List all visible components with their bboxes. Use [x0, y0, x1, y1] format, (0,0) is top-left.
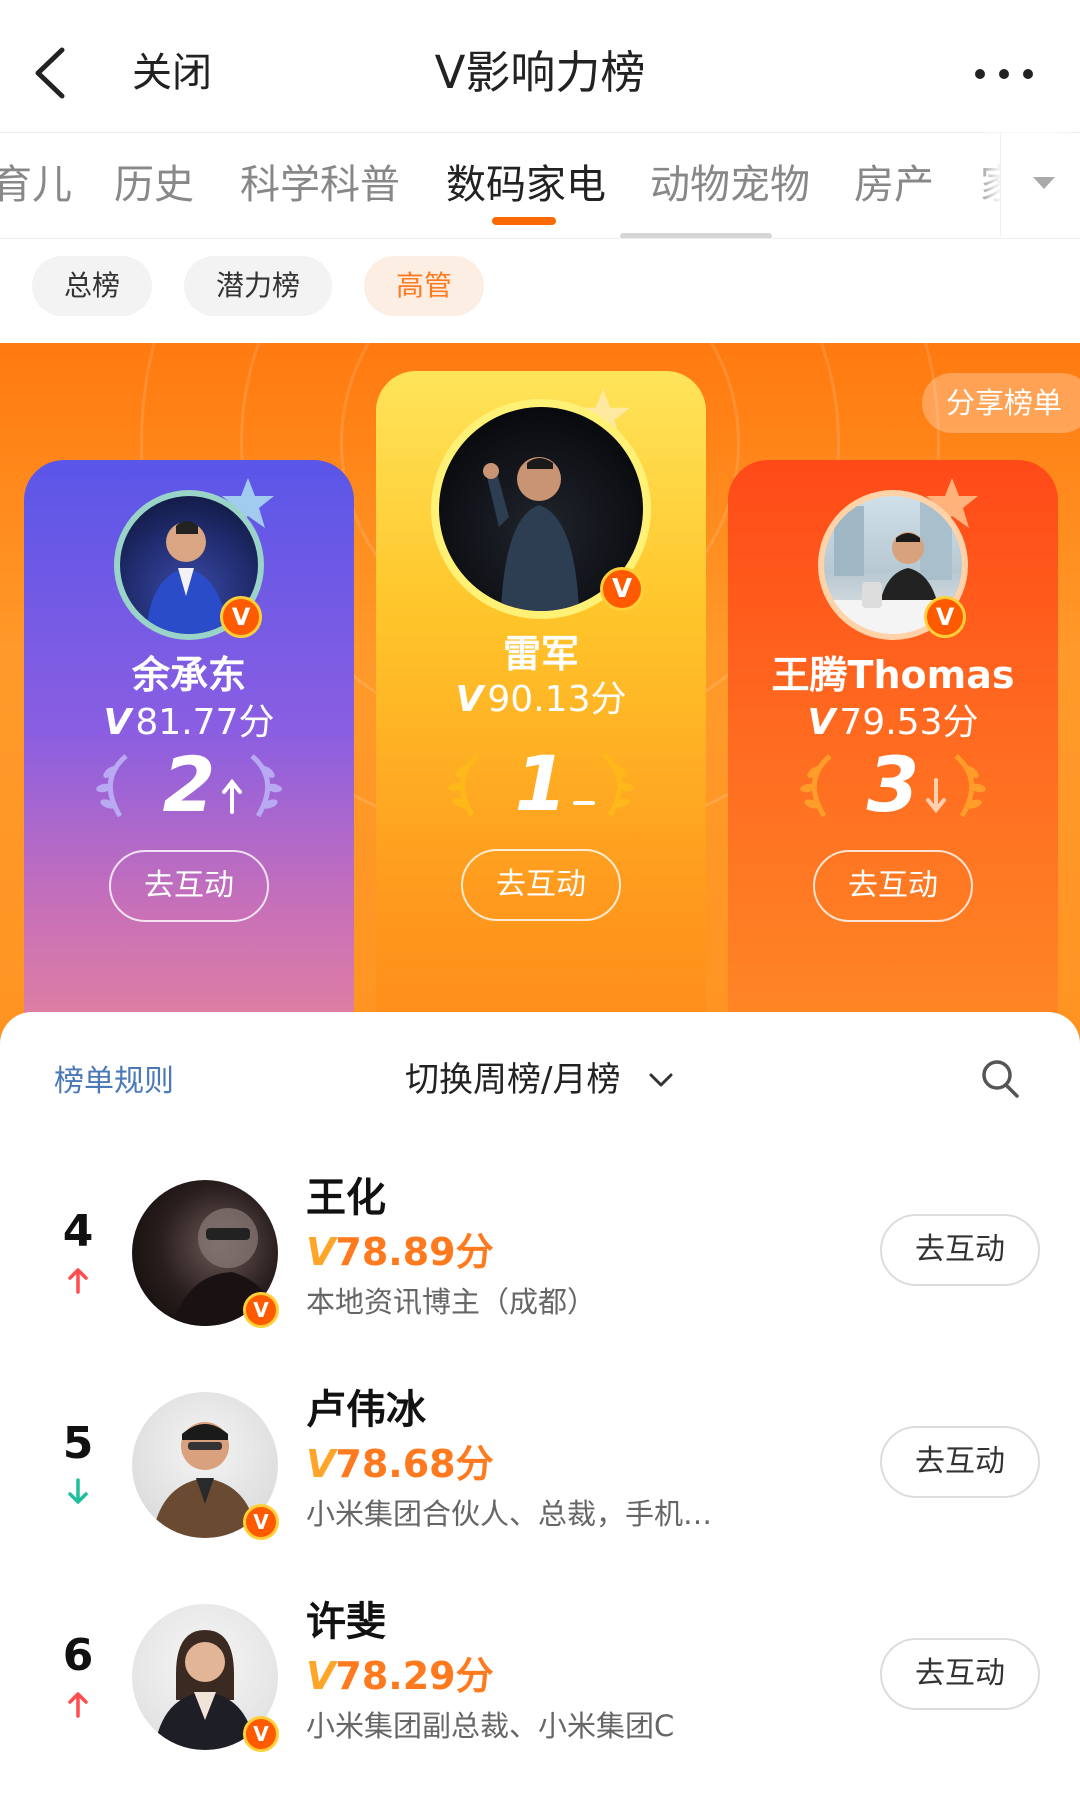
interact-button[interactable]: 去互动	[880, 1638, 1040, 1710]
rank-number: 2	[162, 740, 216, 829]
top-card-rank-1: V 雷军 V 90.13分 1 去互动	[376, 371, 706, 1043]
subtab-executives[interactable]: 高管	[364, 256, 484, 316]
interact-button[interactable]: 去互动	[880, 1426, 1040, 1498]
category-tab-bar: 育儿 历史 科学科普 数码家电 动物宠物 房产 家	[0, 132, 1080, 239]
trend-unchanged-icon	[573, 801, 595, 805]
v-score-icon: V	[455, 679, 484, 720]
more-options-icon[interactable]	[972, 58, 1036, 90]
score-value: 78.68分	[335, 1442, 494, 1486]
score-value: 90.13分	[487, 679, 627, 720]
user-score: V78.29分	[306, 1652, 494, 1700]
rank-display: 2	[24, 740, 354, 830]
score-value: 81.77分	[135, 702, 275, 743]
chevron-down-icon[interactable]	[648, 1072, 674, 1088]
ranking-list-panel: 榜单规则 切换周榜/月榜 4 V 王化 V78.89分 本地资讯博主（成都） 去…	[0, 1012, 1080, 1797]
close-button[interactable]: 关闭	[132, 44, 212, 102]
laurel-right-icon	[250, 754, 282, 818]
interact-button[interactable]: 去互动	[461, 849, 621, 921]
user-name[interactable]: 许斐	[306, 1596, 386, 1648]
list-item[interactable]: 4 V 王化 V78.89分 本地资讯博主（成都） 去互动	[0, 1166, 1080, 1356]
divider	[0, 238, 1080, 239]
rank-number: 3	[866, 740, 920, 829]
v-score-icon: V	[807, 702, 836, 743]
leaderboard-page: 关闭 V影响力榜 育儿 历史 科学科普 数码家电 动物宠物 房产 家 总榜 潜力…	[0, 0, 1080, 1797]
rank-display: 3	[728, 740, 1058, 830]
trend-up-icon	[222, 778, 242, 814]
expand-tabs-icon[interactable]	[1030, 173, 1058, 193]
tab-science[interactable]: 科学科普	[240, 157, 400, 213]
rank-number: 5	[62, 1418, 94, 1469]
search-icon[interactable]	[980, 1058, 1020, 1100]
interact-button[interactable]: 去互动	[880, 1214, 1040, 1286]
subtab-overall[interactable]: 总榜	[32, 256, 152, 316]
top-card-rank-3: V 王腾Thomas V 79.53分 3 去互动	[728, 460, 1058, 1043]
score-value: 79.53分	[839, 702, 979, 743]
trend-down-icon	[926, 778, 946, 814]
top-name: 余承东	[131, 653, 246, 697]
trend-up-icon	[68, 1692, 88, 1718]
user-score: V78.68分	[306, 1440, 494, 1488]
back-arrow-icon[interactable]	[26, 44, 78, 102]
tab-pets[interactable]: 动物宠物	[650, 157, 810, 213]
score-value: 78.89分	[335, 1230, 494, 1274]
rank-number: 4	[62, 1206, 94, 1257]
top-card-rank-2: V 余承东 V 81.77分 2 去互动	[24, 460, 354, 1043]
verified-badge-icon: V	[243, 1292, 279, 1328]
laurel-right-icon	[602, 753, 634, 817]
top-navigation-bar: 关闭 V影响力榜	[0, 0, 1080, 132]
active-tab-indicator	[492, 217, 556, 225]
share-leaderboard-button[interactable]: 分享榜单	[922, 373, 1080, 433]
score-value: 78.29分	[335, 1654, 494, 1698]
v-score-icon: V	[306, 1442, 336, 1486]
leaderboard-rules-link[interactable]: 榜单规则	[54, 1062, 174, 1102]
interact-button[interactable]: 去互动	[109, 850, 269, 922]
tab-real-estate[interactable]: 房产	[854, 157, 934, 213]
top-score: V 90.13分	[376, 677, 706, 723]
interact-button[interactable]: 去互动	[813, 850, 973, 922]
top-name: 雷军	[502, 632, 579, 676]
switch-period-button[interactable]: 切换周榜/月榜	[405, 1058, 620, 1102]
verified-badge-icon: V	[243, 1504, 279, 1540]
top-three-section: 分享榜单 V 余承东 V 81.77分 2 去互动 V 雷军 V 90.13分 …	[0, 343, 1080, 1043]
v-score-icon: V	[306, 1230, 336, 1274]
rank-number: 1	[514, 739, 568, 828]
user-description: 小米集团副总裁、小米集团C	[306, 1709, 675, 1743]
page-title: V影响力榜	[434, 46, 646, 99]
tab-parenting[interactable]: 育儿	[0, 157, 72, 213]
user-name[interactable]: 王化	[306, 1172, 386, 1224]
verified-badge-icon: V	[220, 596, 262, 638]
trend-up-icon	[68, 1268, 88, 1294]
list-item[interactable]: 6 V 许斐 V78.29分 小米集团副总裁、小米集团C 去互动	[0, 1590, 1080, 1780]
v-score-icon: V	[306, 1654, 336, 1698]
tab-history[interactable]: 历史	[114, 157, 194, 213]
user-description: 小米集团合伙人、总裁，手机…	[306, 1497, 713, 1531]
tab-digital-appliances[interactable]: 数码家电	[446, 157, 606, 213]
verified-badge-icon: V	[924, 596, 966, 638]
subtab-potential[interactable]: 潜力榜	[184, 256, 332, 316]
verified-badge-icon: V	[243, 1716, 279, 1752]
top-name: 王腾Thomas	[771, 653, 1015, 697]
user-name[interactable]: 卢伟冰	[306, 1384, 426, 1436]
user-description: 本地资讯博主（成都）	[306, 1285, 597, 1319]
list-item[interactable]: 5 V 卢伟冰 V78.68分 小米集团合伙人、总裁，手机… 去互动	[0, 1378, 1080, 1568]
rank-number: 6	[62, 1630, 94, 1681]
user-score: V78.89分	[306, 1228, 494, 1276]
trend-down-icon	[68, 1478, 88, 1504]
rank-display: 1	[376, 739, 706, 829]
verified-badge-icon: V	[600, 567, 644, 611]
v-score-icon: V	[103, 702, 132, 743]
laurel-right-icon	[954, 754, 986, 818]
